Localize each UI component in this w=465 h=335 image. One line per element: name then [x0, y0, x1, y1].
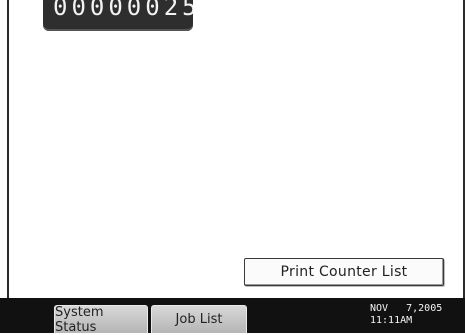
time-text: 11:11AM	[370, 315, 413, 326]
main-panel	[7, 0, 465, 298]
counter-display: 00000025	[43, 0, 193, 31]
system-status-button[interactable]: System Status	[54, 305, 148, 335]
counter-value: 00000025	[53, 0, 193, 20]
date-text: NOV 7,2005	[370, 303, 443, 314]
date-time-display: NOV 7,2005 11:11AM	[370, 303, 460, 327]
print-counter-list-button[interactable]: Print Counter List	[244, 258, 444, 286]
job-list-button[interactable]: Job List	[151, 305, 247, 333]
